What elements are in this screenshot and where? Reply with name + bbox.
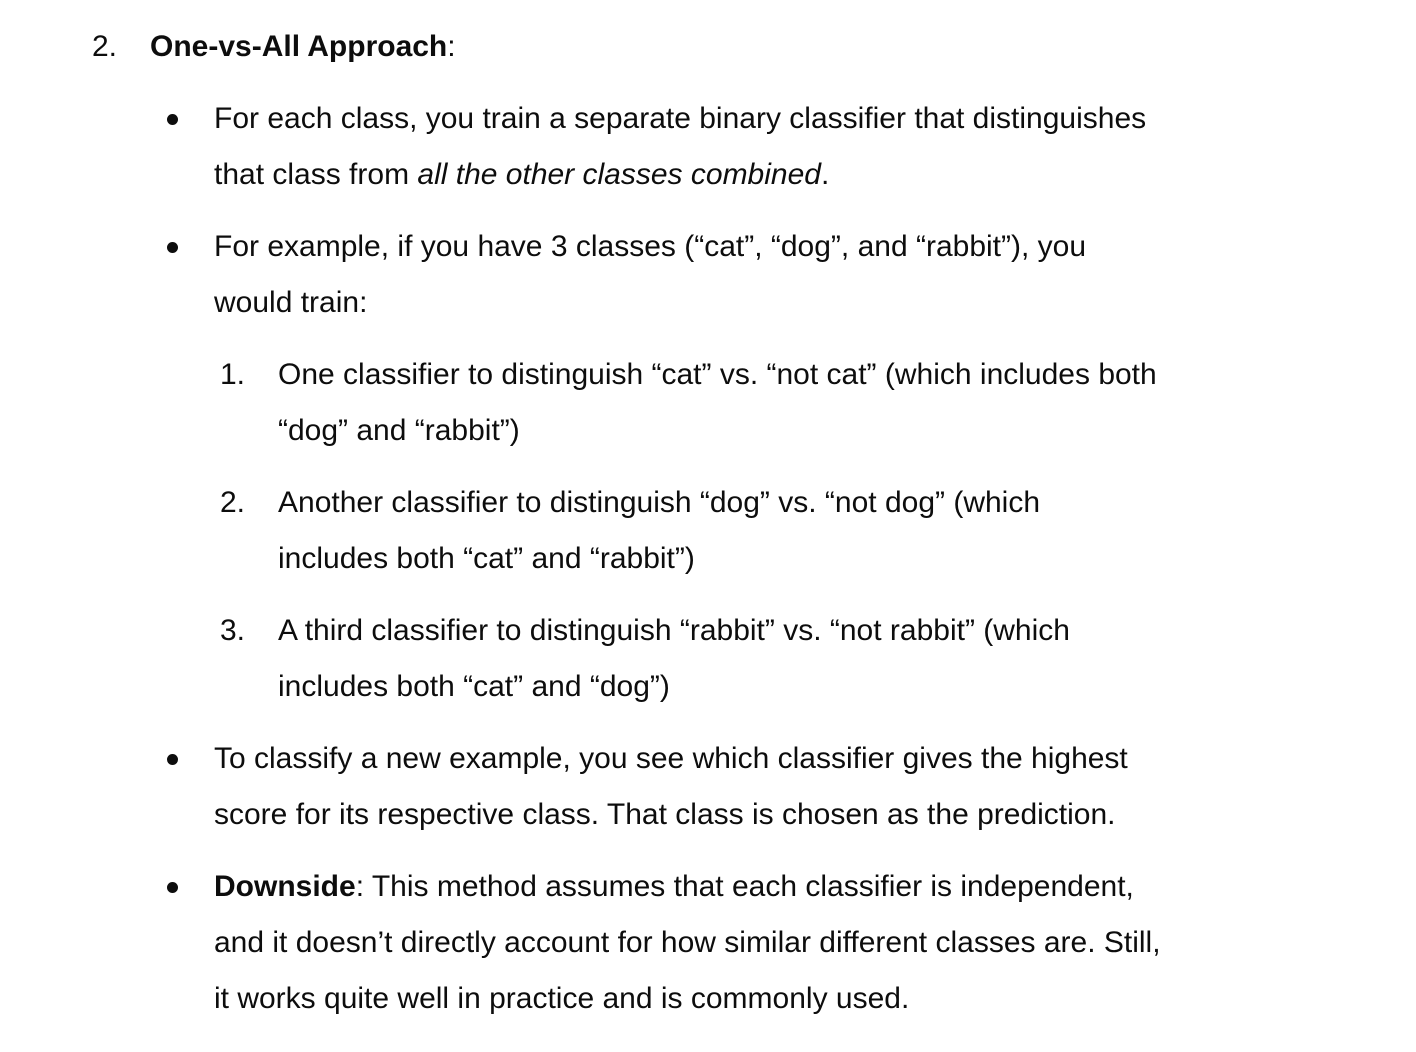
- bullet-text: and it doesn’t directly account for how …: [214, 926, 1161, 959]
- bullet-text: For example, if you have 3 classes (“cat…: [214, 230, 1087, 263]
- bullet-icon: [167, 754, 178, 765]
- sublist-text: One classifier to distinguish “cat” vs. …: [278, 358, 1157, 391]
- bullet-icon: [167, 114, 178, 125]
- sublist-text: includes both “cat” and “rabbit”): [278, 542, 695, 575]
- bullet-text: that class from all the other classes co…: [214, 157, 829, 193]
- bullet-icon: [167, 242, 178, 253]
- bullet-text: score for its respective class. That cla…: [214, 798, 1116, 831]
- bullet-text: To classify a new example, you see which…: [214, 742, 1128, 775]
- bullet-text: For each class, you train a separate bin…: [214, 102, 1147, 135]
- emphasis: all the other classes combined: [417, 158, 821, 191]
- bullet-text: Downside: This method assumes that each …: [214, 869, 1134, 905]
- text: that class from: [214, 158, 418, 191]
- list-number: 3.: [220, 614, 246, 647]
- sublist-text: A third classifier to distinguish “rabbi…: [278, 614, 1070, 647]
- bullet-text: it works quite well in practice and is c…: [214, 982, 910, 1015]
- sublist-text: includes both “cat” and “dog”): [278, 670, 670, 703]
- bold-label: Downside: [214, 870, 356, 903]
- section-heading: One-vs-All Approach:: [150, 29, 456, 65]
- bullet-text: would train:: [214, 286, 368, 319]
- heading-title: One-vs-All Approach: [150, 30, 448, 63]
- list-number: 1.: [220, 358, 246, 391]
- list-number: 2.: [92, 30, 118, 63]
- text: .: [820, 158, 830, 191]
- text: : This method assumes that each classifi…: [355, 870, 1134, 903]
- heading-suffix: :: [447, 30, 456, 63]
- sublist-text: Another classifier to distinguish “dog” …: [278, 486, 1041, 519]
- sublist-text: “dog” and “rabbit”): [278, 414, 520, 447]
- bullet-icon: [167, 882, 178, 893]
- list-number: 2.: [220, 486, 246, 519]
